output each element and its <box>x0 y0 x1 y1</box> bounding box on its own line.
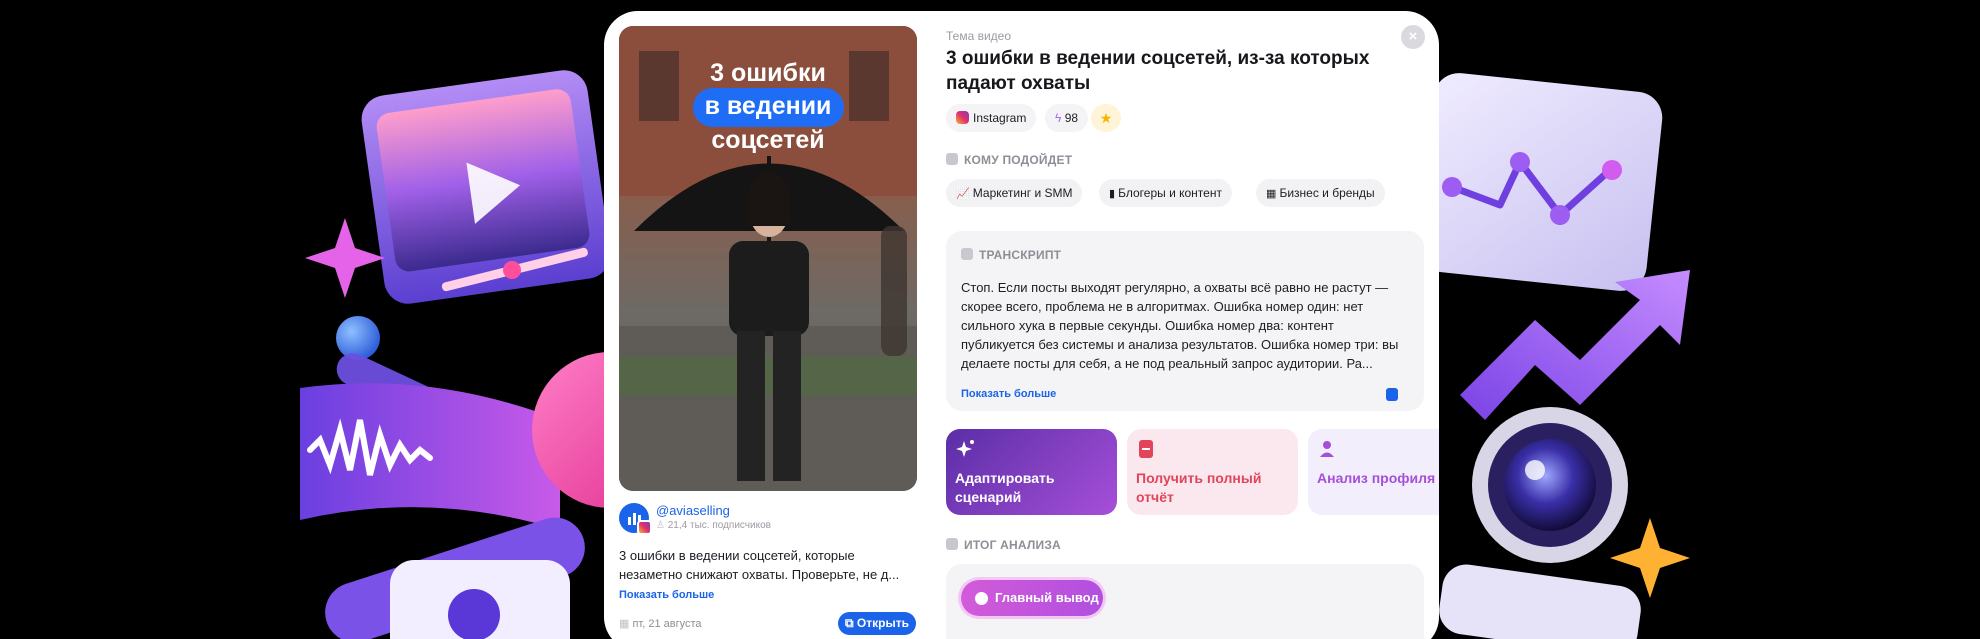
summary-label-text: ИТОГ АНАЛИЗА <box>964 538 1061 552</box>
audience-tag-label: Блогеры и контент <box>1118 186 1222 200</box>
transcript-text: Стоп. Если посты выходят регулярно, а ох… <box>961 280 1399 371</box>
favorite-chip[interactable]: ★ <box>1091 104 1121 132</box>
audience-tag[interactable]: 📈 Маркетинг и SMM <box>946 179 1083 207</box>
sparkle-icon <box>956 440 974 457</box>
overlay-line-2: в ведении <box>704 92 832 120</box>
analysis-card: × 3 ошибки в ведении соцсетей @aviaselli… <box>604 11 1439 639</box>
platform-chip: Instagram <box>946 104 1037 132</box>
adapt-script-label: Адаптировать сценарий <box>955 470 1055 505</box>
video-player-deco <box>361 70 611 304</box>
lightning-icon: ϟ <box>1055 111 1065 125</box>
video-title: 3 ошибки в ведении соцсетей, из-за котор… <box>946 48 1370 94</box>
copy-icon[interactable] <box>1386 388 1398 401</box>
building-icon: ▦ <box>1266 188 1280 200</box>
audience-tag-label: Маркетинг и SMM <box>972 186 1073 200</box>
transcript-panel: ТРАНСКРИПТ Стоп. Если посты выходят регу… <box>946 231 1424 411</box>
list-icon <box>946 538 958 550</box>
platform-label: Instagram <box>973 111 1027 125</box>
film-strip-deco <box>300 383 560 530</box>
arrow-up-deco <box>1460 270 1690 420</box>
summary-section-label: ИТОГ АНАЛИЗА <box>946 538 1061 552</box>
summary-panel: Главный вывод <box>946 564 1424 639</box>
score-chip: ϟ 98 <box>1045 104 1089 132</box>
adapt-script-button[interactable]: Адаптировать сценарий <box>946 429 1117 515</box>
info-icon <box>975 592 988 605</box>
show-more-description-link[interactable]: Показать больше <box>619 589 714 601</box>
audience-tag-label: Бизнес и бренды <box>1279 186 1375 200</box>
publish-date-text: пт, 21 августа <box>632 618 702 630</box>
profile-analysis-button[interactable]: Анализ профиля <box>1308 429 1439 515</box>
pdf-icon <box>1139 440 1153 458</box>
person-icon <box>946 153 958 165</box>
transcript-label-text: ТРАНСКРИПТ <box>979 248 1062 262</box>
open-button[interactable]: ⧉ Открыть <box>838 612 916 635</box>
audience-section-label: КОМУ ПОДОЙДЕТ <box>946 153 1072 167</box>
chart-card-deco <box>1417 73 1663 291</box>
main-conclusion-label: Главный вывод <box>995 590 1099 605</box>
theme-label: Тема видео <box>946 29 1012 43</box>
ball-deco <box>336 316 380 360</box>
chat-icon <box>961 248 973 260</box>
chart-emoji-icon: 📈 <box>956 188 973 200</box>
phone-icon: ▮ <box>1109 188 1119 200</box>
audience-tag[interactable]: ▦ Бизнес и бренды <box>1256 179 1385 207</box>
subscriber-count-text: 21,4 тыс. подписчиков <box>667 520 771 531</box>
author-handle[interactable]: @aviaselling <box>656 503 730 518</box>
user-icon: ♙ <box>656 520 668 531</box>
external-link-icon: ⧉ <box>845 616 857 630</box>
user-icon <box>1320 441 1334 457</box>
sparkle-deco-right <box>1610 518 1690 598</box>
instagram-badge-icon <box>637 520 652 535</box>
transcript-section-label: ТРАНСКРИПТ <box>961 248 1061 262</box>
subscriber-count: ♙ 21,4 тыс. подписчиков <box>656 520 771 531</box>
publish-date: ▦ пт, 21 августа <box>619 617 702 630</box>
video-description: 3 ошибки в ведении соцсетей, которые нез… <box>619 548 900 582</box>
open-button-label: Открыть <box>856 616 909 630</box>
audience-tag[interactable]: ▮ Блогеры и контент <box>1099 179 1232 207</box>
instagram-icon <box>956 111 969 124</box>
overlay-line-3: соцсетей <box>711 126 825 154</box>
sparkle-deco-left <box>305 218 385 298</box>
audience-label-text: КОМУ ПОДОЙДЕТ <box>964 153 1073 167</box>
full-report-button[interactable]: Получить полный отчёт <box>1127 429 1298 515</box>
close-icon: × <box>1408 28 1418 45</box>
calendar-icon: ▦ <box>619 618 633 630</box>
close-button[interactable]: × <box>1401 25 1425 49</box>
show-more-transcript-link[interactable]: Показать больше <box>961 388 1056 400</box>
video-preview[interactable]: 3 ошибки в ведении соцсетей <box>619 26 917 491</box>
camera-lens-deco <box>1472 407 1628 563</box>
full-report-label: Получить полный отчёт <box>1136 470 1262 505</box>
stage: × 3 ошибки в ведении соцсетей @aviaselli… <box>0 0 1980 639</box>
overlay-line-1: 3 ошибки <box>710 59 826 87</box>
profile-analysis-label: Анализ профиля <box>1317 470 1436 486</box>
score-value: 98 <box>1064 111 1079 125</box>
star-icon: ★ <box>1099 110 1113 126</box>
main-conclusion-pill: Главный вывод <box>961 580 1103 616</box>
